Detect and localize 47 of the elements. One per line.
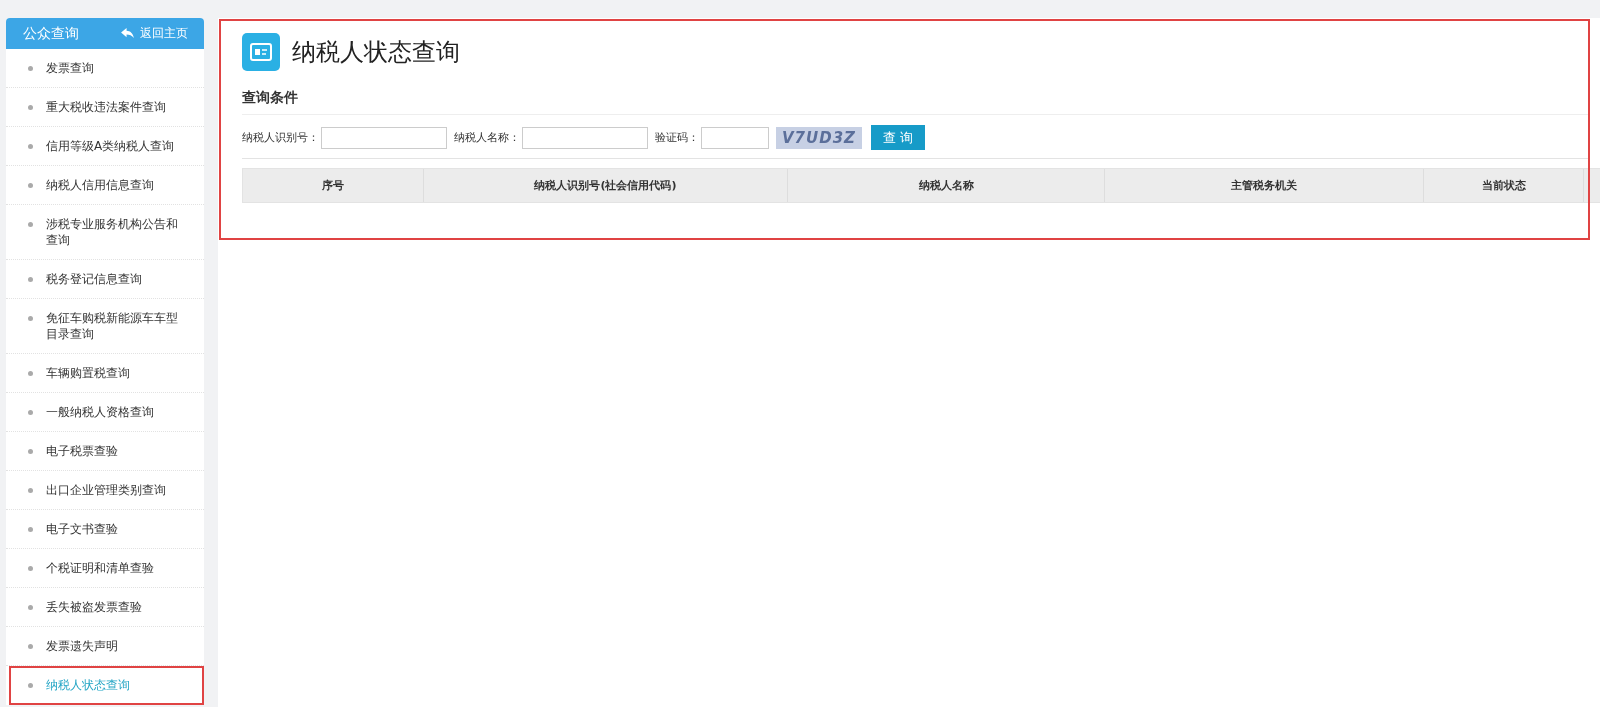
sidebar-item[interactable]: 个税证明和清单查验 [6,549,204,588]
sidebar-item[interactable]: 电子文书查验 [6,510,204,549]
bullet-icon [28,644,33,649]
field-label: 验证码： [655,130,699,145]
sidebar-title: 公众查询 [23,24,79,43]
bullet-icon [28,316,33,321]
sidebar-item[interactable]: 发票遗失声明 [6,627,204,666]
bullet-icon [28,66,33,71]
sidebar-item[interactable]: 出口企业管理类别查询 [6,471,204,510]
column-header: 主管税务机关 [1105,169,1424,202]
bullet-icon [28,183,33,188]
bullet-icon [28,449,33,454]
sidebar-item[interactable]: 纳税人信用信息查询 [6,166,204,205]
column-header: 当前状态 [1424,169,1584,202]
reply-arrow-icon [121,28,134,39]
column-header: 纳税人名称 [788,169,1105,202]
column-header: 序号 [243,169,424,202]
sidebar-item[interactable]: 电子税票查验 [6,432,204,471]
id-card-icon [242,33,280,71]
bullet-icon [28,605,33,610]
input-field[interactable] [701,126,769,149]
field-label: 纳税人识别号： [242,130,319,145]
bullet-icon [28,566,33,571]
column-header: 纳税人识别号(社会信用代码) [424,169,788,202]
sidebar-item[interactable]: 涉税专业服务机构公告和查询 [6,205,204,260]
page-title: 纳税人状态查询 [292,37,460,68]
bullet-icon [28,105,33,110]
field-label: 纳税人名称： [454,130,520,145]
bullet-icon [28,222,33,227]
sidebar-item[interactable]: 免征车购税新能源车车型目录查询 [6,299,204,354]
bullet-icon [28,371,33,376]
input-field[interactable] [522,126,648,149]
sidebar-item[interactable]: 丢失被盗发票查验 [6,588,204,627]
input-field[interactable] [321,126,447,149]
bullet-icon [28,683,33,688]
sidebar-item[interactable]: 重大税收违法案件查询 [6,88,204,127]
section-heading: 查询条件 [242,89,1588,115]
bullet-icon [28,488,33,493]
bullet-icon [28,410,33,415]
sidebar-item[interactable]: 信用等级A类纳税人查询 [6,127,204,166]
bullet-icon [28,277,33,282]
sidebar-item[interactable]: 一般纳税人资格查询 [6,393,204,432]
bullet-icon [28,144,33,149]
sidebar-item[interactable]: 发票查询 [6,49,204,88]
sidebar-item[interactable]: 车辆购置税查询 [6,354,204,393]
bullet-icon [28,527,33,532]
sidebar-item[interactable]: 税务登记信息查询 [6,260,204,299]
